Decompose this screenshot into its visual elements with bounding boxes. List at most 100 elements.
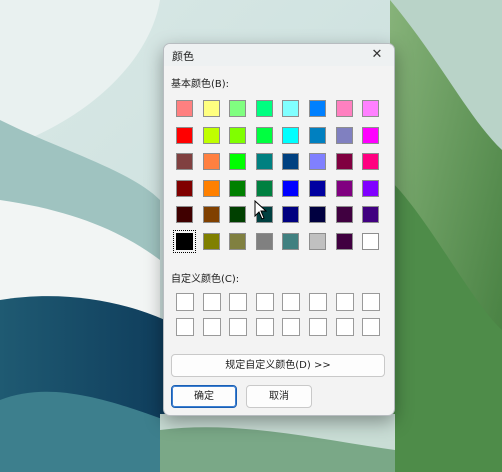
basic-color-swatch[interactable] <box>358 123 385 150</box>
ok-button[interactable]: 确定 <box>171 385 237 408</box>
basic-color-swatch-fill <box>202 126 220 144</box>
basic-color-swatch-fill <box>229 206 247 224</box>
basic-color-swatch[interactable] <box>252 176 279 203</box>
basic-color-swatch-fill <box>308 206 326 224</box>
basic-color-swatch[interactable] <box>225 202 252 229</box>
basic-color-swatch[interactable] <box>332 202 359 229</box>
custom-color-swatch[interactable] <box>358 290 385 315</box>
custom-color-swatch[interactable] <box>332 290 359 315</box>
basic-colors-grid <box>172 96 385 256</box>
basic-color-swatch[interactable] <box>199 149 226 176</box>
custom-color-swatch[interactable] <box>332 315 359 340</box>
basic-color-swatch[interactable] <box>305 229 332 256</box>
custom-color-swatch[interactable] <box>172 290 199 315</box>
custom-colors-grid <box>172 290 385 340</box>
basic-color-swatch[interactable] <box>358 202 385 229</box>
basic-color-swatch-fill <box>229 100 247 117</box>
basic-color-swatch[interactable] <box>225 96 252 123</box>
custom-color-swatch[interactable] <box>305 290 332 315</box>
basic-color-swatch-fill <box>335 153 353 171</box>
custom-color-swatch[interactable] <box>278 290 305 315</box>
custom-colors-label: 自定义颜色(C): <box>171 274 240 285</box>
basic-color-swatch[interactable] <box>305 176 332 203</box>
custom-color-swatch[interactable] <box>225 290 252 315</box>
basic-color-swatch[interactable] <box>278 202 305 229</box>
basic-color-swatch-fill <box>202 153 220 171</box>
custom-color-swatch-fill <box>362 293 381 311</box>
basic-color-swatch[interactable] <box>172 176 199 203</box>
basic-color-swatch-fill <box>335 100 353 117</box>
custom-color-swatch[interactable] <box>252 315 279 340</box>
basic-color-swatch-fill <box>176 206 193 224</box>
basic-color-swatch[interactable] <box>332 149 359 176</box>
basic-color-swatch-fill <box>255 179 273 197</box>
basic-color-swatch[interactable] <box>172 96 199 123</box>
basic-color-swatch-fill <box>308 126 326 144</box>
custom-color-swatch-fill <box>176 293 194 311</box>
custom-color-swatch[interactable] <box>305 315 332 340</box>
basic-color-swatch[interactable] <box>199 202 226 229</box>
basic-color-swatch[interactable] <box>358 96 385 123</box>
basic-color-swatch[interactable] <box>252 149 279 176</box>
basic-color-swatch[interactable] <box>225 229 252 256</box>
basic-color-swatch[interactable] <box>225 123 252 150</box>
custom-color-swatch-fill <box>362 318 381 336</box>
basic-color-swatch-fill <box>176 179 193 197</box>
basic-color-swatch-fill <box>282 179 300 197</box>
cancel-button[interactable]: 取消 <box>246 385 312 408</box>
basic-color-swatch[interactable] <box>332 176 359 203</box>
dialog-titlebar[interactable]: 颜色 ✕ <box>164 44 394 66</box>
basic-color-swatch[interactable] <box>278 123 305 150</box>
mouse-pointer-icon <box>254 200 268 220</box>
basic-color-swatch-fill <box>202 100 220 117</box>
basic-color-swatch[interactable] <box>358 149 385 176</box>
basic-color-swatch[interactable] <box>305 202 332 229</box>
basic-color-swatch[interactable] <box>332 229 359 256</box>
basic-color-swatch[interactable] <box>305 96 332 123</box>
basic-color-swatch-fill <box>308 179 326 197</box>
basic-color-swatch[interactable] <box>358 229 385 256</box>
basic-color-swatch[interactable] <box>172 149 199 176</box>
basic-color-swatch[interactable] <box>305 149 332 176</box>
basic-color-swatch[interactable] <box>358 176 385 203</box>
custom-color-swatch[interactable] <box>172 315 199 340</box>
custom-color-swatch[interactable] <box>225 315 252 340</box>
basic-color-swatch[interactable] <box>252 123 279 150</box>
color-dialog: 颜色 ✕ 基本颜色(B): 自定义颜色(C): 规定自定义颜色(D) >> 确定… <box>163 43 395 416</box>
basic-color-swatch[interactable] <box>199 176 226 203</box>
basic-color-swatch[interactable] <box>252 229 279 256</box>
basic-color-swatch[interactable] <box>252 96 279 123</box>
custom-color-swatch-fill <box>229 318 248 336</box>
basic-color-swatch[interactable] <box>225 149 252 176</box>
basic-color-swatch[interactable] <box>199 123 226 150</box>
basic-color-swatch-fill <box>282 100 300 117</box>
custom-color-swatch[interactable] <box>252 290 279 315</box>
basic-color-swatch-fill <box>255 100 273 117</box>
basic-color-swatch[interactable] <box>172 202 199 229</box>
basic-color-swatch[interactable] <box>332 96 359 123</box>
basic-color-swatch[interactable] <box>225 176 252 203</box>
basic-color-swatch-fill <box>255 126 273 144</box>
basic-color-swatch[interactable] <box>278 176 305 203</box>
basic-color-swatch[interactable] <box>278 96 305 123</box>
define-custom-colors-button[interactable]: 规定自定义颜色(D) >> <box>171 354 385 377</box>
basic-color-swatch-fill <box>229 232 247 250</box>
custom-color-swatch[interactable] <box>199 290 226 315</box>
close-icon[interactable]: ✕ <box>364 45 390 65</box>
basic-color-swatch-fill <box>202 232 220 250</box>
basic-color-swatch[interactable] <box>278 149 305 176</box>
basic-color-swatch-fill <box>282 206 300 224</box>
basic-color-swatch[interactable] <box>172 123 199 150</box>
custom-color-swatch[interactable] <box>358 315 385 340</box>
basic-color-swatch[interactable] <box>305 123 332 150</box>
basic-color-swatch[interactable] <box>278 229 305 256</box>
basic-color-swatch[interactable] <box>199 229 226 256</box>
custom-color-swatch[interactable] <box>199 315 226 340</box>
basic-color-swatch-fill <box>173 229 196 253</box>
basic-color-swatch[interactable] <box>332 123 359 150</box>
custom-color-swatch-fill <box>255 318 274 336</box>
basic-color-swatch[interactable] <box>172 229 199 256</box>
basic-color-swatch-fill <box>308 153 326 171</box>
basic-color-swatch[interactable] <box>199 96 226 123</box>
custom-color-swatch[interactable] <box>278 315 305 340</box>
